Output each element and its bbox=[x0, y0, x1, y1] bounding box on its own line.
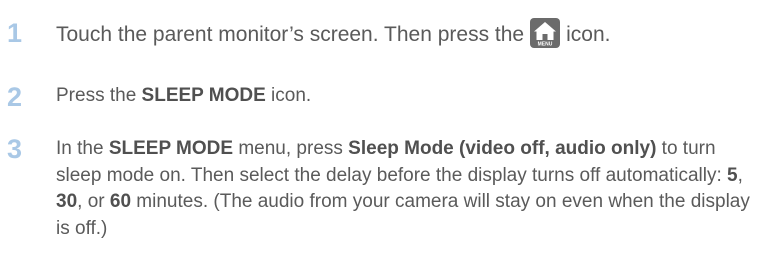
step-text-bold: 30 bbox=[56, 191, 78, 212]
step-text-part: minutes. (The audio from your camera wil… bbox=[56, 191, 750, 239]
step-text-part: In the bbox=[56, 138, 109, 159]
step-text: Press the SLEEP MODE icon. bbox=[56, 83, 771, 110]
step-text-bold: Sleep Mode (video off, audio only) bbox=[348, 138, 657, 159]
step-text-part: menu, press bbox=[233, 138, 349, 159]
step-text-bold: SLEEP MODE bbox=[141, 85, 266, 106]
home-menu-icon: MENU bbox=[530, 18, 561, 48]
step-text-part: icon. bbox=[566, 23, 611, 46]
step-number: 1 bbox=[7, 18, 23, 48]
step-text-part: , bbox=[737, 164, 743, 186]
step-text-part: , or bbox=[77, 191, 110, 212]
step-text-bold: 60 bbox=[109, 191, 132, 212]
step-text-bold: SLEEP MODE bbox=[108, 138, 234, 159]
step-text: In the SLEEP MODE menu, press Sleep Mode… bbox=[56, 136, 751, 242]
step-text: Touch the parent monitor’s screen. Then … bbox=[56, 18, 771, 49]
step-text-part: Press the bbox=[56, 85, 142, 106]
step-number: 2 bbox=[7, 82, 23, 112]
step-text-part: Touch the parent monitor’s screen. Then … bbox=[56, 23, 525, 46]
step-text-bold: 5 bbox=[727, 164, 738, 186]
step-number: 3 bbox=[7, 134, 23, 164]
menu-icon-label: MENU bbox=[538, 42, 553, 48]
step-text-part: icon. bbox=[265, 85, 312, 106]
